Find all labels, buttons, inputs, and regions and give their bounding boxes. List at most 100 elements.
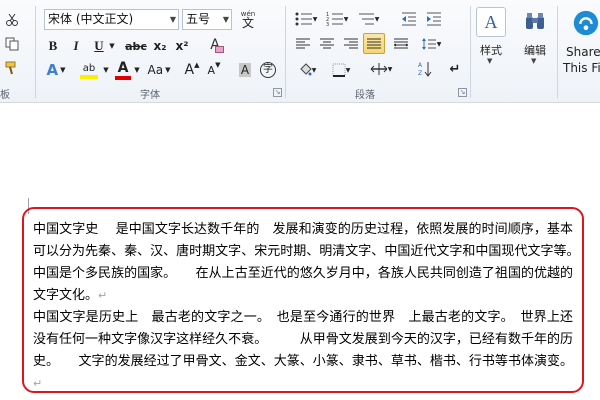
align-right-icon — [344, 38, 358, 49]
highlight-icon: ab — [82, 63, 96, 74]
chevron-down-icon: ▼ — [374, 15, 380, 23]
font-color-bar — [115, 75, 131, 80]
share-label-line2[interactable]: This Fi — [563, 61, 600, 75]
asian-layout-icon — [370, 63, 388, 75]
styles-button[interactable]: A — [476, 7, 506, 37]
strikethrough-button[interactable]: abc — [124, 36, 148, 56]
sort-button[interactable]: AZ — [414, 58, 436, 80]
chevron-down-icon[interactable]: ▼ — [133, 60, 141, 80]
copy-icon[interactable] — [2, 34, 22, 54]
enclose-characters-button[interactable]: 字 — [258, 60, 278, 80]
text-effects-icon: A — [46, 61, 59, 79]
group-separator — [557, 6, 558, 98]
borders-button[interactable]: ▼ — [326, 60, 356, 80]
highlight-button[interactable]: ab — [74, 60, 104, 82]
chevron-down-icon[interactable]: ▼ — [107, 36, 117, 56]
styles-icon: A — [484, 11, 498, 32]
decrease-indent-icon — [402, 12, 416, 26]
change-case-icon: Aa — [147, 63, 164, 77]
show-formatting-button[interactable]: ↵ — [444, 58, 466, 80]
bullets-button[interactable]: ▼ — [292, 9, 320, 29]
align-left-icon — [296, 38, 310, 49]
font-size-dropdown[interactable]: 五号 ▼ — [182, 9, 232, 30]
highlight-color-bar — [80, 75, 98, 79]
paragraph[interactable]: 中国文字是历史上 最古老的文字之一。 也是至今通行的世界 上最古老的文字。 世界… — [33, 307, 573, 395]
chevron-down-icon[interactable]: ▼ — [102, 60, 110, 80]
group-separator — [285, 6, 286, 98]
chevron-down-icon: ▼ — [436, 40, 442, 48]
grow-font-icon: A — [184, 62, 195, 78]
superscript-button[interactable]: x² — [173, 36, 191, 56]
shrink-font-button[interactable]: A ▼ — [205, 60, 223, 80]
align-center-icon — [320, 38, 334, 49]
character-shading-icon: A — [238, 63, 252, 77]
paragraph-group-label: 段落 — [355, 90, 375, 101]
distributed-button[interactable] — [390, 34, 412, 54]
chevron-down-icon: ▼ — [312, 15, 318, 23]
cut-icon[interactable] — [2, 10, 22, 30]
font-size-value: 五号 — [186, 12, 211, 26]
font-color-button[interactable]: A — [112, 58, 134, 82]
chevron-down-icon: ▼ — [387, 65, 393, 73]
eraser-icon — [215, 46, 224, 53]
align-center-button[interactable] — [316, 34, 338, 54]
font-name-dropdown[interactable]: 宋体 (中文正文) ▼ — [44, 9, 179, 30]
phonetic-char: 文 — [241, 16, 254, 30]
subscript-button[interactable]: x₂ — [151, 36, 169, 56]
clear-formatting-button[interactable]: A — [204, 34, 226, 56]
chevron-down-icon: ▼ — [60, 66, 66, 74]
numbering-icon: 123 — [326, 12, 343, 26]
paragraph-mark: ↵ — [98, 289, 108, 302]
multilevel-list-icon — [358, 13, 374, 25]
bold-button[interactable]: B — [44, 36, 62, 56]
multilevel-list-button[interactable]: ▼ — [354, 9, 382, 29]
align-left-button[interactable] — [292, 34, 314, 54]
align-right-button[interactable] — [340, 34, 362, 54]
chevron-down-icon[interactable]: ▼ — [487, 57, 492, 65]
share-label-line1[interactable]: Share — [566, 45, 600, 59]
svg-text:A: A — [418, 62, 423, 69]
grow-font-button[interactable]: A ▲ — [183, 60, 201, 80]
font-color-icon: A — [117, 59, 129, 76]
paragraph[interactable]: 中国文字史 是中国文字长达数千年的 发展和演变的历史过程，依照发展的时间顺序，基… — [33, 219, 586, 307]
numbering-button[interactable]: 123 ▼ — [323, 9, 351, 29]
chevron-down-icon: ▼ — [343, 15, 349, 23]
editing-label[interactable]: 编辑 — [516, 42, 554, 58]
asian-layout-button[interactable]: ▼ — [366, 58, 396, 80]
italic-button[interactable]: I — [67, 36, 85, 56]
change-case-button[interactable]: Aa ▼ — [145, 60, 173, 80]
paint-bucket-icon — [299, 63, 312, 76]
phonetic-guide-button[interactable]: wén 文 — [236, 7, 260, 31]
share-icon[interactable] — [570, 5, 600, 41]
enclose-characters-icon: 字 — [260, 62, 276, 78]
justify-icon — [367, 38, 381, 48]
decrease-indent-button[interactable] — [398, 9, 420, 29]
group-separator — [470, 6, 471, 98]
line-spacing-button[interactable]: ▼ — [417, 34, 445, 54]
caret-up-icon: ▲ — [194, 61, 200, 69]
binoculars-icon[interactable] — [521, 7, 549, 35]
svg-text:3: 3 — [326, 22, 329, 26]
paragraph-mark: ↵ — [33, 377, 43, 390]
justify-button[interactable] — [363, 33, 385, 54]
increase-indent-button[interactable] — [423, 9, 445, 29]
shading-button[interactable]: ▼ — [292, 60, 322, 80]
format-painter-icon[interactable] — [2, 58, 22, 78]
increase-indent-icon — [427, 12, 441, 26]
character-shading-button[interactable]: A — [235, 60, 255, 80]
distributed-icon — [394, 38, 408, 49]
sort-icon: AZ — [418, 62, 432, 77]
document-body[interactable]: 中国文字史 是中国文字长达数千年的 发展和演变的历史过程，依照发展的时间顺序，基… — [33, 219, 586, 395]
styles-label[interactable]: 样式 — [472, 42, 510, 58]
paragraph-text: 中国文字是历史上 最古老的文字之一。 也是至今通行的世界 上最古老的文字。 世界… — [33, 310, 573, 369]
chevron-down-icon: ▼ — [222, 15, 229, 24]
font-group-label: 字体 — [140, 90, 160, 101]
underline-button[interactable]: U — [90, 36, 108, 56]
dialog-launcher-icon[interactable]: ↘ — [458, 88, 467, 97]
svg-text:Z: Z — [418, 70, 422, 77]
dialog-launcher-icon[interactable]: ↘ — [273, 88, 282, 97]
text-effects-button[interactable]: A ▼ — [44, 60, 68, 80]
shrink-font-icon: A — [207, 63, 216, 77]
line-spacing-icon — [421, 38, 436, 50]
borders-icon — [332, 63, 346, 77]
